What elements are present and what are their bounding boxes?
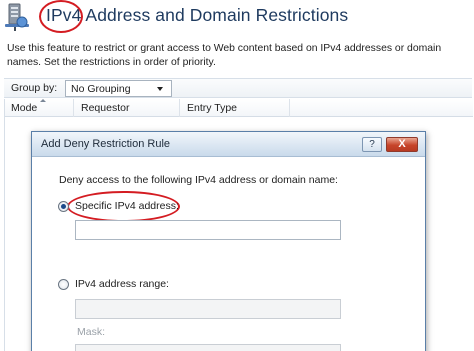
add-deny-rule-dialog: Add Deny Restriction Rule ? X Deny acces… [31, 131, 426, 351]
deny-prompt: Deny access to the following IPv4 addres… [59, 174, 338, 186]
page-description: Use this feature to restrict or grant ac… [7, 43, 442, 68]
column-requestor[interactable]: Requestor [81, 102, 129, 114]
specific-address-label: Specific IPv4 address: [75, 200, 179, 212]
dropdown-arrow-icon [157, 87, 163, 91]
dialog-body: Deny access to the following IPv4 addres… [32, 158, 425, 351]
group-by-select[interactable]: No Grouping [65, 80, 172, 97]
sort-arrow-icon [40, 99, 46, 102]
page-title: IPv4 Address and Domain Restrictions [39, 0, 349, 33]
annotation-circle [39, 0, 83, 33]
address-range-input[interactable] [75, 299, 341, 319]
column-separator [179, 99, 180, 117]
mask-input[interactable] [75, 344, 341, 351]
server-network-icon [5, 3, 29, 31]
page-title-rest: Address and Domain Restrictions [81, 5, 349, 25]
help-button[interactable]: ? [362, 137, 382, 152]
group-toolbar: Group by: No Grouping [4, 78, 472, 98]
dialog-title: Add Deny Restriction Rule [41, 138, 171, 150]
dialog-titlebar[interactable]: Add Deny Restriction Rule ? X [32, 132, 425, 157]
column-separator [73, 99, 74, 117]
mask-label: Mask: [77, 326, 106, 338]
group-by-label: Group by: [11, 82, 58, 94]
specific-address-radio[interactable] [58, 201, 69, 212]
close-button[interactable]: X [386, 137, 418, 152]
address-range-label: IPv4 address range: [75, 278, 169, 290]
column-separator [289, 99, 290, 117]
close-icon: X [398, 138, 406, 150]
address-range-radio[interactable] [58, 279, 69, 290]
specific-address-input[interactable] [75, 220, 341, 240]
column-mode[interactable]: Mode [11, 102, 37, 114]
group-by-value: No Grouping [71, 83, 131, 95]
grid-header: Mode Requestor Entry Type [5, 99, 473, 117]
help-icon: ? [369, 139, 375, 150]
column-entry-type[interactable]: Entry Type [187, 102, 237, 114]
